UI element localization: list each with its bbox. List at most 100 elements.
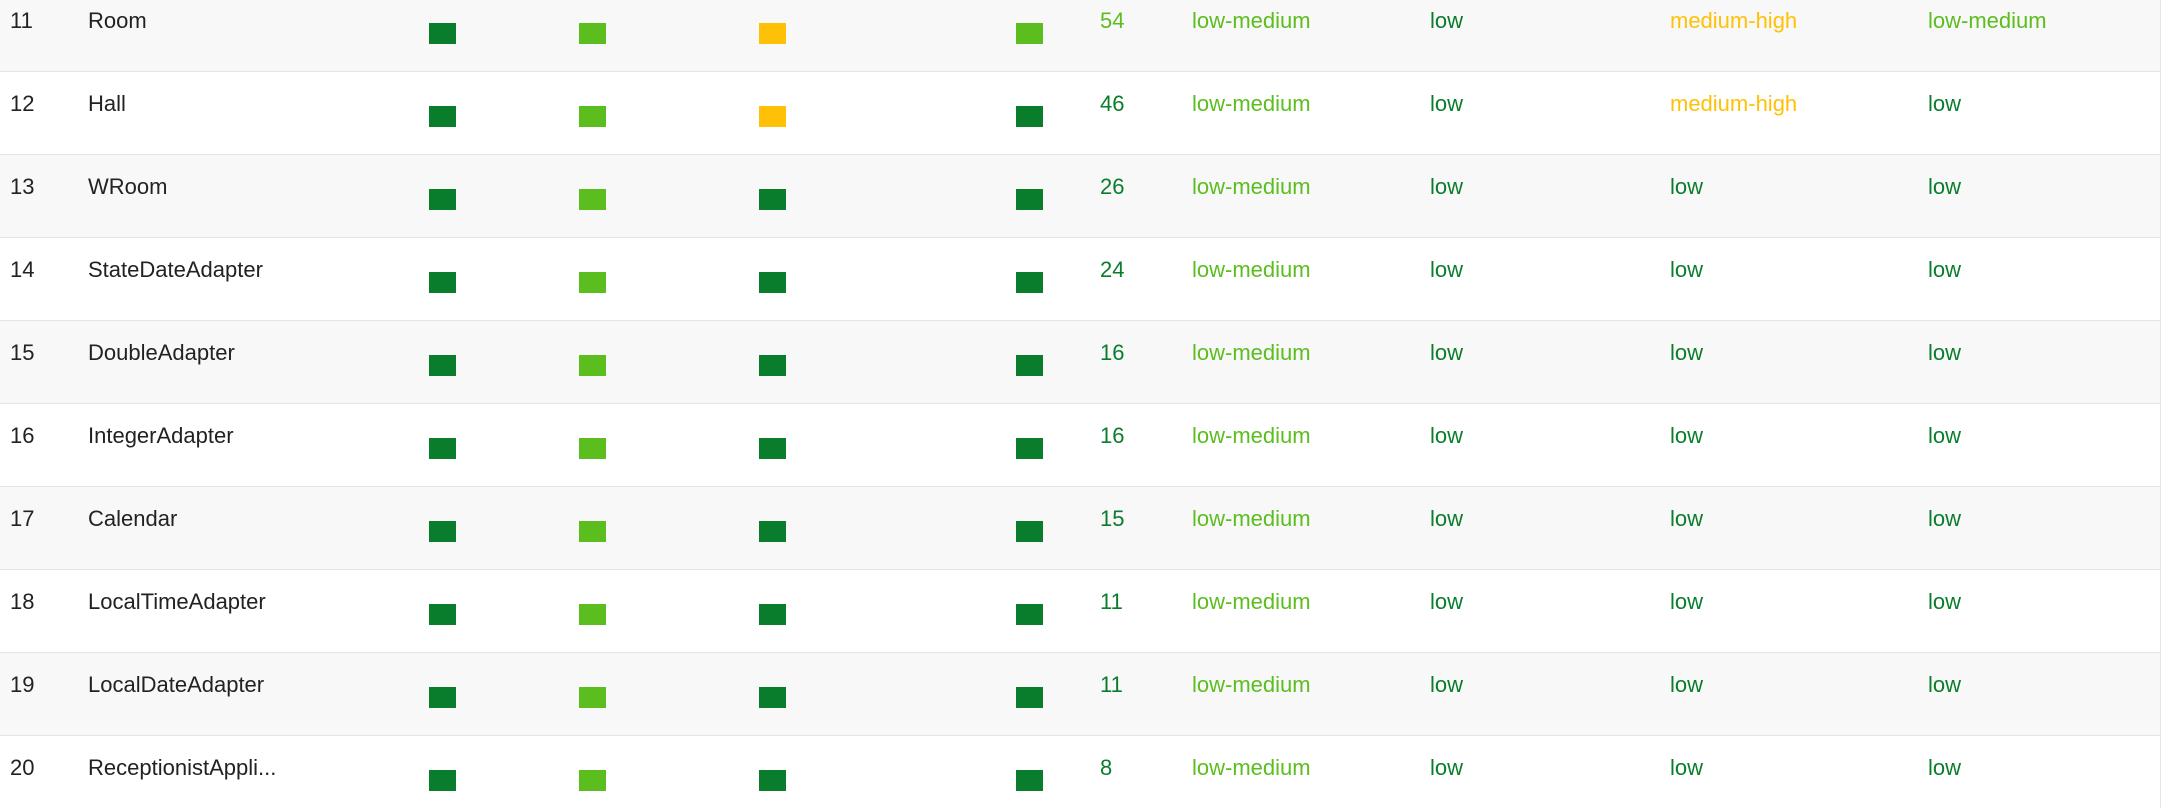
metric-value: 11 <box>1100 589 1123 614</box>
level-indicator-square <box>759 189 786 210</box>
metric-level-label: low <box>1430 8 1464 33</box>
level-indicator-square <box>429 106 456 127</box>
metric-level-label: medium-high <box>1670 91 1798 116</box>
level-indicator-square <box>1016 604 1043 625</box>
class-name[interactable]: DoubleAdapter <box>88 339 235 367</box>
level-indicator-square <box>429 438 456 459</box>
metric-level-label: low-medium <box>1192 8 1311 33</box>
metric-level-label: low-medium <box>1192 257 1311 282</box>
row-index: 11 <box>10 8 33 33</box>
metric-level-label: low-medium <box>1192 174 1311 199</box>
metric-value: 54 <box>1100 8 1125 33</box>
metric-level-label: low-medium <box>1192 423 1311 448</box>
level-indicator-square <box>579 770 606 791</box>
level-indicator-square <box>1016 23 1043 44</box>
metric-level-label: low <box>1670 506 1704 531</box>
level-indicator-square <box>429 23 456 44</box>
row-index: 16 <box>10 423 35 448</box>
metric-level-label: low <box>1928 91 1962 116</box>
metric-value: 16 <box>1100 340 1125 365</box>
table-row[interactable]: 17 Calendar 15 low-medium low low low <box>0 487 2160 570</box>
metric-level-label: low-medium <box>1192 589 1311 614</box>
level-indicator-square <box>759 106 786 127</box>
class-name[interactable]: IntegerAdapter <box>88 422 234 450</box>
table-row[interactable]: 15 DoubleAdapter 16 low-medium low low low <box>0 321 2160 404</box>
metric-level-label: low <box>1670 589 1704 614</box>
metric-value: 15 <box>1100 506 1125 531</box>
level-indicator-square <box>1016 770 1043 791</box>
level-indicator-square <box>579 189 606 210</box>
metric-level-label: medium-high <box>1670 8 1798 33</box>
metric-level-label: low-medium <box>1192 91 1311 116</box>
level-indicator-square <box>1016 106 1043 127</box>
class-name[interactable]: ReceptionistAppli... <box>88 754 276 782</box>
metric-level-label: low <box>1430 506 1464 531</box>
level-indicator-square <box>579 687 606 708</box>
table-row[interactable]: 20 ReceptionistAppli... 8 low-medium low low l… <box>0 736 2160 808</box>
level-indicator-square <box>579 438 606 459</box>
metric-level-label: low <box>1928 340 1962 365</box>
level-indicator-square <box>1016 687 1043 708</box>
table-row[interactable]: 13 WRoom 26 low-medium low low low <box>0 155 2160 238</box>
metric-level-label: low <box>1670 672 1704 697</box>
metric-level-label: low <box>1928 755 1962 780</box>
level-indicator-square <box>429 355 456 376</box>
level-indicator-square <box>579 106 606 127</box>
metric-level-label: low <box>1670 174 1704 199</box>
class-name[interactable]: Room <box>88 7 147 35</box>
metric-level-label: low <box>1928 423 1962 448</box>
table-row[interactable]: 16 IntegerAdapter 16 low-medium low low low <box>0 404 2160 487</box>
level-indicator-square <box>1016 438 1043 459</box>
class-name[interactable]: StateDateAdapter <box>88 256 263 284</box>
level-indicator-square <box>759 770 786 791</box>
table-row[interactable]: 18 LocalTimeAdapter 11 low-medium low low low <box>0 570 2160 653</box>
metric-level-label: low-medium <box>1192 340 1311 365</box>
metric-level-label: low <box>1928 672 1962 697</box>
table-row[interactable]: 12 Hall 46 low-medium low medium-high low <box>0 72 2160 155</box>
metric-level-label: low <box>1670 257 1704 282</box>
metric-level-label: low <box>1430 174 1464 199</box>
level-indicator-square <box>1016 189 1043 210</box>
level-indicator-square <box>759 521 786 542</box>
level-indicator-square <box>1016 272 1043 293</box>
row-index: 17 <box>10 506 35 531</box>
metric-level-label: low-medium <box>1928 8 2047 33</box>
metric-value: 8 <box>1100 755 1113 780</box>
metric-level-label: low <box>1928 257 1962 282</box>
level-indicator-square <box>579 521 606 542</box>
class-name[interactable]: LocalTimeAdapter <box>88 588 266 616</box>
metric-level-label: low <box>1430 589 1464 614</box>
table-row[interactable]: 19 LocalDateAdapter 11 low-medium low low low <box>0 653 2160 736</box>
metric-level-label: low-medium <box>1192 755 1311 780</box>
class-name[interactable]: Hall <box>88 90 126 118</box>
metric-level-label: low-medium <box>1192 672 1311 697</box>
metric-value: 16 <box>1100 423 1125 448</box>
class-name[interactable]: LocalDateAdapter <box>88 671 264 699</box>
metrics-table: 11 Room 54 low-medium low medium-high low-medi… <box>0 0 2161 808</box>
row-index: 12 <box>10 91 35 116</box>
level-indicator-square <box>429 604 456 625</box>
level-indicator-square <box>579 604 606 625</box>
level-indicator-square <box>429 272 456 293</box>
row-index: 19 <box>10 672 35 697</box>
metric-level-label: low <box>1430 340 1464 365</box>
metric-level-label: low <box>1670 340 1704 365</box>
class-name[interactable]: Calendar <box>88 505 177 533</box>
table-row[interactable]: 11 Room 54 low-medium low medium-high low-medi… <box>0 0 2160 72</box>
level-indicator-square <box>429 770 456 791</box>
metric-level-label: low <box>1670 423 1704 448</box>
metric-level-label: low <box>1430 257 1464 282</box>
level-indicator-square <box>579 23 606 44</box>
metric-value: 46 <box>1100 91 1125 116</box>
row-index: 13 <box>10 174 35 199</box>
metric-level-label: low <box>1928 174 1962 199</box>
row-index: 15 <box>10 340 35 365</box>
level-indicator-square <box>759 604 786 625</box>
level-indicator-square <box>759 272 786 293</box>
level-indicator-square <box>579 355 606 376</box>
metric-value: 11 <box>1100 672 1123 697</box>
metric-level-label: low <box>1670 755 1704 780</box>
metric-level-label: low <box>1430 91 1464 116</box>
class-name[interactable]: WRoom <box>88 173 167 201</box>
table-row[interactable]: 14 StateDateAdapter 24 low-medium low low low <box>0 238 2160 321</box>
